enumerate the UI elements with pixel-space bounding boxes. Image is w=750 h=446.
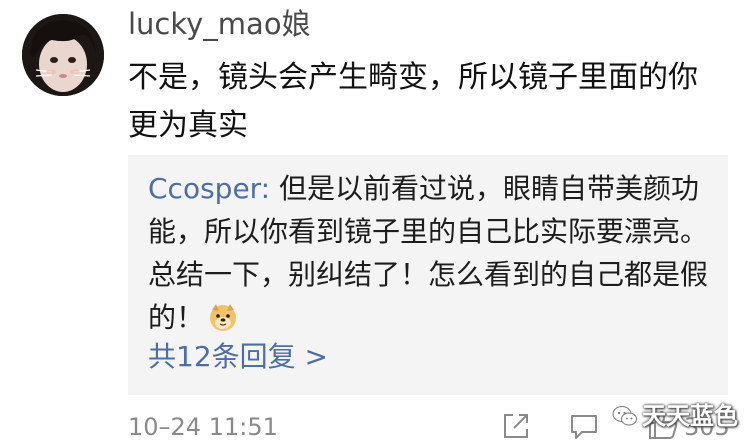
reply-text-block: Ccosper: 但是以前看过说，眼睛自带美颜功能，所以你看到镜子里的自己比实际… (148, 167, 718, 339)
username[interactable]: lucky_mao娘 (128, 6, 311, 42)
comment-text: 不是，镜头会产生畸变，所以镜子里面的你更为真实 (128, 60, 698, 143)
wechat-icon (612, 404, 638, 428)
doge-emoji-icon (208, 301, 238, 331)
reply-preview-box[interactable]: Ccosper: 但是以前看过说，眼睛自带美颜功能，所以你看到镜子里的自己比实际… (128, 155, 728, 395)
reply-author[interactable]: Ccosper: (148, 172, 270, 205)
comment-icon[interactable] (568, 410, 600, 442)
watermark-text: 天天蓝色 (642, 402, 738, 430)
timestamp: 10–24 11:51 (128, 413, 278, 441)
avatar[interactable] (22, 14, 104, 96)
comment-card: lucky_mao娘 不是，镜头会产生畸变，所以镜子里面的你更为真实 Ccosp… (0, 0, 750, 446)
avatar-image (22, 14, 104, 96)
more-replies-link[interactable]: 共12条回复 > (148, 339, 328, 375)
share-icon[interactable] (500, 410, 532, 442)
